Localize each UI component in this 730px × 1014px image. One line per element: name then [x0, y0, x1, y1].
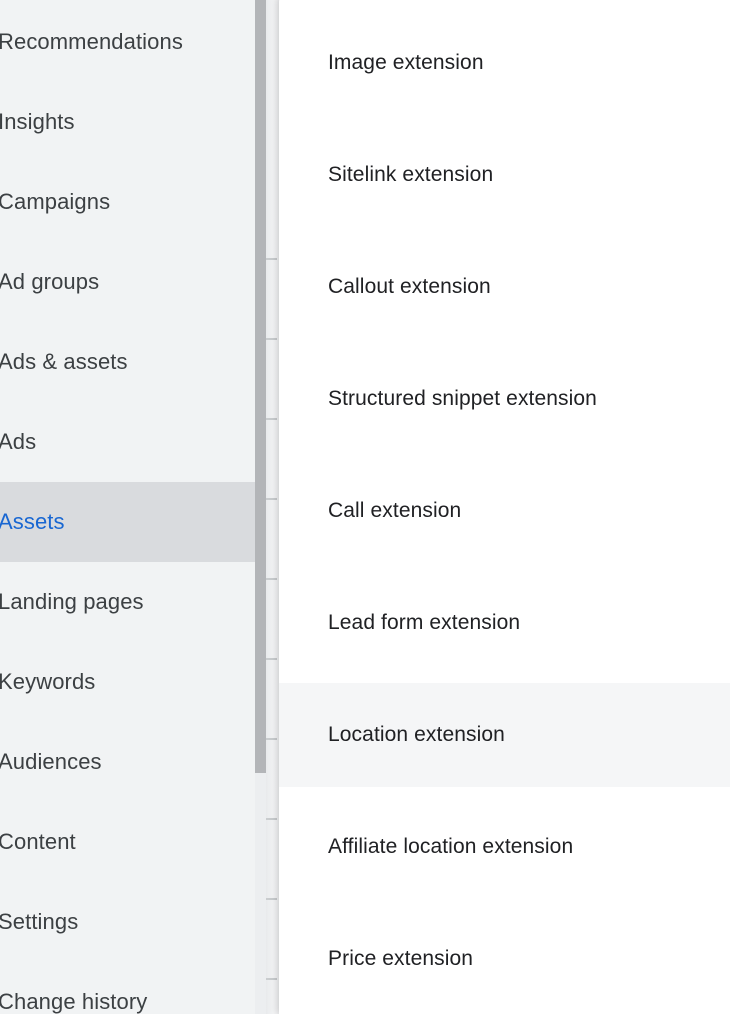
- sidebar-item-label: Ad groups: [0, 269, 100, 294]
- scrollbar-tick: [266, 738, 277, 740]
- sidebar-item-keywords[interactable]: Keywords: [0, 642, 255, 722]
- menu-item-label: Affiliate location extension: [328, 835, 574, 858]
- sidebar-item-label: Ads & assets: [0, 349, 128, 374]
- menu-item-label: Price extension: [328, 947, 474, 970]
- sidebar-scrollbar[interactable]: [255, 0, 280, 1014]
- sidebar-item-label: Keywords: [0, 669, 96, 694]
- scrollbar-tick: [266, 898, 277, 900]
- scrollbar-tick: [266, 578, 277, 580]
- sidebar-item-label: Content: [0, 829, 76, 854]
- sidebar-item-label: Settings: [0, 909, 79, 934]
- sidebar-item-label: Assets: [0, 509, 65, 534]
- menu-item-callout-extension[interactable]: Callout extension: [279, 235, 730, 339]
- sidebar-item-settings[interactable]: Settings: [0, 882, 255, 962]
- scrollbar-tick: [266, 418, 277, 420]
- menu-item-price-extension[interactable]: Price extension: [279, 907, 730, 1011]
- menu-item-image-extension[interactable]: Image extension: [279, 11, 730, 115]
- sidebar-item-label: Landing pages: [0, 589, 144, 614]
- menu-item-label: Call extension: [328, 499, 462, 522]
- campaign-navigation-sidebar: Recommendations Insights Campaigns Ad group…: [0, 0, 255, 1014]
- menu-item-lead-form-extension[interactable]: Lead form extension: [279, 571, 730, 675]
- scrollbar-tick: [266, 658, 277, 660]
- sidebar-item-label: Insights: [0, 109, 75, 134]
- sidebar-item-content[interactable]: Content: [0, 802, 255, 882]
- sidebar-item-insights[interactable]: Insights: [0, 82, 255, 162]
- menu-item-label: Structured snippet extension: [328, 387, 597, 410]
- scrollbar-tick: [266, 258, 277, 260]
- sidebar-item-ads[interactable]: Ads: [0, 402, 255, 482]
- sidebar-item-label: Campaigns: [0, 189, 111, 214]
- menu-item-label: Callout extension: [328, 275, 491, 298]
- sidebar-item-label: Change history: [0, 989, 148, 1014]
- sidebar-item-campaigns[interactable]: Campaigns: [0, 162, 255, 242]
- sidebar-item-change-history[interactable]: Change history: [0, 962, 255, 1014]
- scrollbar-tick: [266, 498, 277, 500]
- scrollbar-tick: [266, 818, 277, 820]
- panel-edge-strip: [266, 0, 280, 1014]
- sidebar-item-ads-assets[interactable]: Ads & assets: [0, 322, 255, 402]
- menu-item-label: Location extension: [328, 723, 505, 746]
- menu-item-structured-snippet-extension[interactable]: Structured snippet extension: [279, 347, 730, 451]
- scrollbar-tick: [266, 338, 277, 340]
- menu-item-label: Lead form extension: [328, 611, 521, 634]
- sidebar-item-assets[interactable]: Assets: [0, 482, 255, 562]
- scrollbar-thumb[interactable]: [255, 0, 266, 773]
- asset-type-menu-panel: Image extension Sitelink extension Callout…: [279, 0, 730, 1014]
- sidebar-item-label: Ads: [0, 429, 37, 454]
- sidebar-item-label: Audiences: [0, 749, 102, 774]
- app-root: Recommendations Insights Campaigns Ad group…: [0, 0, 730, 1014]
- menu-item-label: Sitelink extension: [328, 163, 494, 186]
- scrollbar-tick: [266, 978, 277, 980]
- menu-item-call-extension[interactable]: Call extension: [279, 459, 730, 563]
- menu-item-location-extension[interactable]: Location extension: [279, 683, 730, 787]
- sidebar-item-ad-groups[interactable]: Ad groups: [0, 242, 255, 322]
- menu-item-sitelink-extension[interactable]: Sitelink extension: [279, 123, 730, 227]
- menu-item-label: Image extension: [328, 51, 484, 74]
- sidebar-item-landing-pages[interactable]: Landing pages: [0, 562, 255, 642]
- scrollbar-track[interactable]: [255, 0, 266, 1014]
- menu-item-affiliate-location-extension[interactable]: Affiliate location extension: [279, 795, 730, 899]
- sidebar-item-audiences[interactable]: Audiences: [0, 722, 255, 802]
- sidebar-item-recommendations[interactable]: Recommendations: [0, 2, 255, 82]
- sidebar-item-label: Recommendations: [0, 29, 183, 54]
